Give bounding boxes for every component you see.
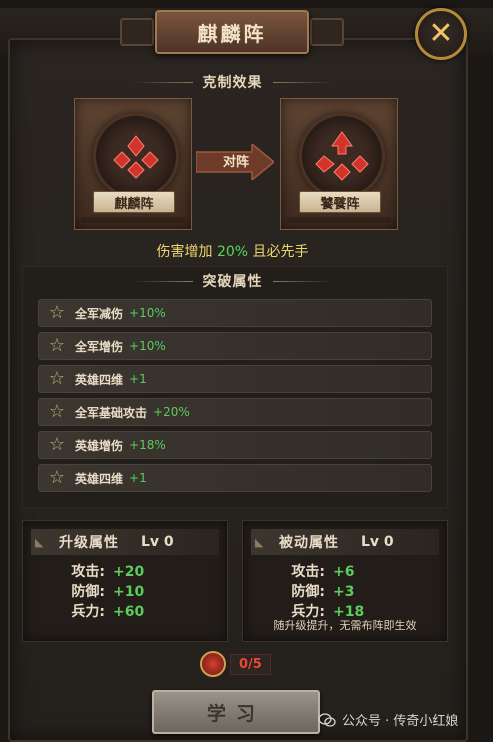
stat-row: 兵力: +60 [23,601,227,621]
stat-row: 防御: +10 [23,581,227,601]
taotie-formation-icon [315,131,369,181]
stat-label: 攻击: [291,564,325,580]
stat-value: +10 [113,584,145,600]
breakthrough-value: +18% [129,438,166,452]
breakthrough-row[interactable]: ☆ 英雄四维 +1 [38,365,432,393]
triangle-icon: ◣ [35,535,44,549]
breakthrough-value: +1 [129,372,147,386]
scroll-item-icon[interactable] [200,651,226,677]
stat-label: 防御: [291,584,325,600]
effect-suffix: 且必先手 [248,244,309,260]
star-icon: ☆ [48,401,66,422]
qilin-formation-icon [113,135,159,179]
learn-button[interactable]: 学习 [152,690,320,734]
counter-section-header: 克制效果 [0,72,465,92]
breakthrough-row[interactable]: ☆ 英雄四维 +1 [38,464,432,492]
title-ornament-left [120,18,154,46]
breakthrough-section-header: 突破属性 [0,271,465,291]
effect-prefix: 伤害增加 [156,244,217,260]
wechat-icon [318,712,336,727]
stat-row: 攻击: +20 [23,561,227,581]
passive-note: 随升级提升，无需布阵即生效 [273,619,417,632]
upgrade-level: Lv 0 [141,534,174,550]
close-button[interactable]: ✕ [415,8,467,60]
divider-left [132,81,193,83]
breakthrough-row[interactable]: ☆ 英雄增伤 +18% [38,431,432,459]
breakthrough-name: 英雄四维 [75,372,124,387]
divider-left [132,280,193,282]
star-icon: ☆ [48,467,66,488]
divider-right [272,280,333,282]
divider-right [272,81,333,83]
breakthrough-value: +10% [129,306,166,320]
passive-panel: ◣ 被动属性 Lv 0 攻击: +6 防御: +3 兵力: +18 随升级提升，无需布… [242,520,448,642]
star-icon: ☆ [48,368,66,389]
stat-value: +20 [113,564,145,580]
stat-row: 攻击: +6 [243,561,447,581]
star-icon: ☆ [48,434,66,455]
breakthrough-row[interactable]: ☆ 全军减伤 +10% [38,299,432,327]
star-icon: ☆ [48,302,66,323]
watermark: 公众号 · 传奇小红娘 [318,710,458,729]
breakthrough-name: 全军减伤 [75,306,124,321]
vs-label: 对阵 [222,155,249,170]
formation-card-right[interactable]: 饕餮阵 [280,98,398,230]
card-edge [81,217,185,223]
breakthrough-value: +1 [129,471,147,485]
card-edge [287,217,391,223]
passive-panel-title: 被动属性 [279,535,339,551]
star-icon: ☆ [48,335,66,356]
triangle-icon: ◣ [255,535,264,549]
stat-value: +6 [333,564,355,580]
formation-label-right: 饕餮阵 [299,191,381,213]
stat-row: 防御: +3 [243,581,447,601]
passive-panel-header: ◣ 被动属性 Lv 0 [251,529,439,555]
counter-effect-text: 伤害增加 20% 且必先手 [0,241,465,261]
learn-cost: 0/5 [200,650,272,678]
effect-percent: 20% [216,244,249,260]
breakthrough-name: 全军基础攻击 [75,405,148,420]
formation-emblem [299,113,385,199]
close-icon[interactable]: ✕ [428,19,453,49]
stat-label: 攻击: [71,564,105,580]
page-title: 麒麟阵 [155,10,309,54]
breakthrough-name: 英雄四维 [75,471,124,486]
formation-label-left: 麒麟阵 [93,191,175,213]
watermark-text: 公众号 · 传奇小红娘 [342,714,459,729]
passive-level: Lv 0 [361,534,394,550]
formation-emblem [93,113,179,199]
breakthrough-row[interactable]: ☆ 全军增伤 +10% [38,332,432,360]
upgrade-panel-title: 升级属性 [59,535,119,551]
counter-section-title: 克制效果 [202,75,263,91]
stat-label: 兵力: [71,604,105,620]
breakthrough-value: +10% [129,339,166,353]
formation-card-left[interactable]: 麒麟阵 [74,98,192,230]
upgrade-panel: ◣ 升级属性 Lv 0 攻击: +20 防御: +10 兵力: +60 [22,520,228,642]
breakthrough-name: 英雄增伤 [75,438,124,453]
cost-count: 0/5 [230,653,271,675]
stat-value: +3 [333,584,355,600]
breakthrough-name: 全军增伤 [75,339,124,354]
breakthrough-value: +20% [153,405,190,419]
upgrade-panel-header: ◣ 升级属性 Lv 0 [31,529,219,555]
breakthrough-section-title: 突破属性 [202,274,263,290]
stat-value: +60 [113,604,145,620]
title-ornament-right [310,18,344,46]
breakthrough-row[interactable]: ☆ 全军基础攻击 +20% [38,398,432,426]
stat-label: 防御: [71,584,105,600]
